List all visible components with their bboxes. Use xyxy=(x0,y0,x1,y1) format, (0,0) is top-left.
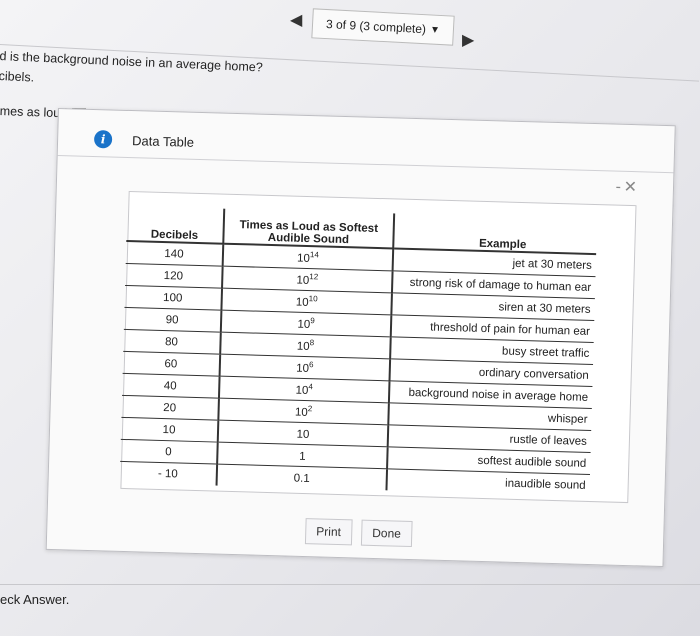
decibels-cell: - 10 xyxy=(119,461,218,486)
info-icon: i xyxy=(93,130,113,149)
question-progress-dropdown[interactable]: 3 of 9 (3 complete) ▼ xyxy=(311,8,455,46)
decibels-cell: 80 xyxy=(123,329,221,355)
question-text: d is the background noise in an average … xyxy=(0,46,263,97)
minimize-button[interactable]: - xyxy=(615,179,621,197)
decibels-cell: 90 xyxy=(123,307,222,333)
decibels-cell: 100 xyxy=(124,285,223,311)
example-cell: inaudible sound xyxy=(504,477,586,492)
dialog-title: Data Table xyxy=(131,133,195,150)
decibels-cell: 140 xyxy=(125,240,224,267)
done-button[interactable]: Done xyxy=(360,519,413,548)
progress-label: 3 of 9 (3 complete) xyxy=(325,17,427,37)
decibels-cell: 0 xyxy=(120,439,218,465)
chevron-down-icon: ▼ xyxy=(429,23,441,36)
close-icon[interactable]: ✕ xyxy=(623,177,637,197)
data-table-dialog: i Data Table - ✕ Decibels Times as Loud … xyxy=(45,108,676,568)
dialog-header: i Data Table xyxy=(57,109,675,174)
header-decibels: Decibels xyxy=(126,205,225,244)
divider xyxy=(0,584,700,585)
decibels-cell: 60 xyxy=(122,351,221,377)
header-example: Example xyxy=(393,213,598,255)
decibels-cell: 120 xyxy=(125,263,223,289)
check-answer-link[interactable]: eck Answer. xyxy=(0,592,69,607)
data-table: Decibels Times as Loud as Softest Audibl… xyxy=(119,205,598,496)
header-times-loud: Times as Loud as Softest Audible Sound xyxy=(223,208,395,249)
times-loud-cell: 0.1 xyxy=(216,464,388,491)
decibels-cell: 20 xyxy=(121,395,219,421)
print-button[interactable]: Print xyxy=(304,518,353,546)
next-question-icon[interactable]: ▶ xyxy=(462,30,474,50)
previous-question-icon[interactable]: ◀ xyxy=(290,10,302,30)
top-navigation-bar: ◀ 3 of 9 (3 complete) ▼ ▶ xyxy=(0,0,700,49)
decibels-cell: 10 xyxy=(120,417,219,443)
decibels-cell: 40 xyxy=(122,373,220,399)
data-table-container: Decibels Times as Loud as Softest Audibl… xyxy=(119,191,637,504)
